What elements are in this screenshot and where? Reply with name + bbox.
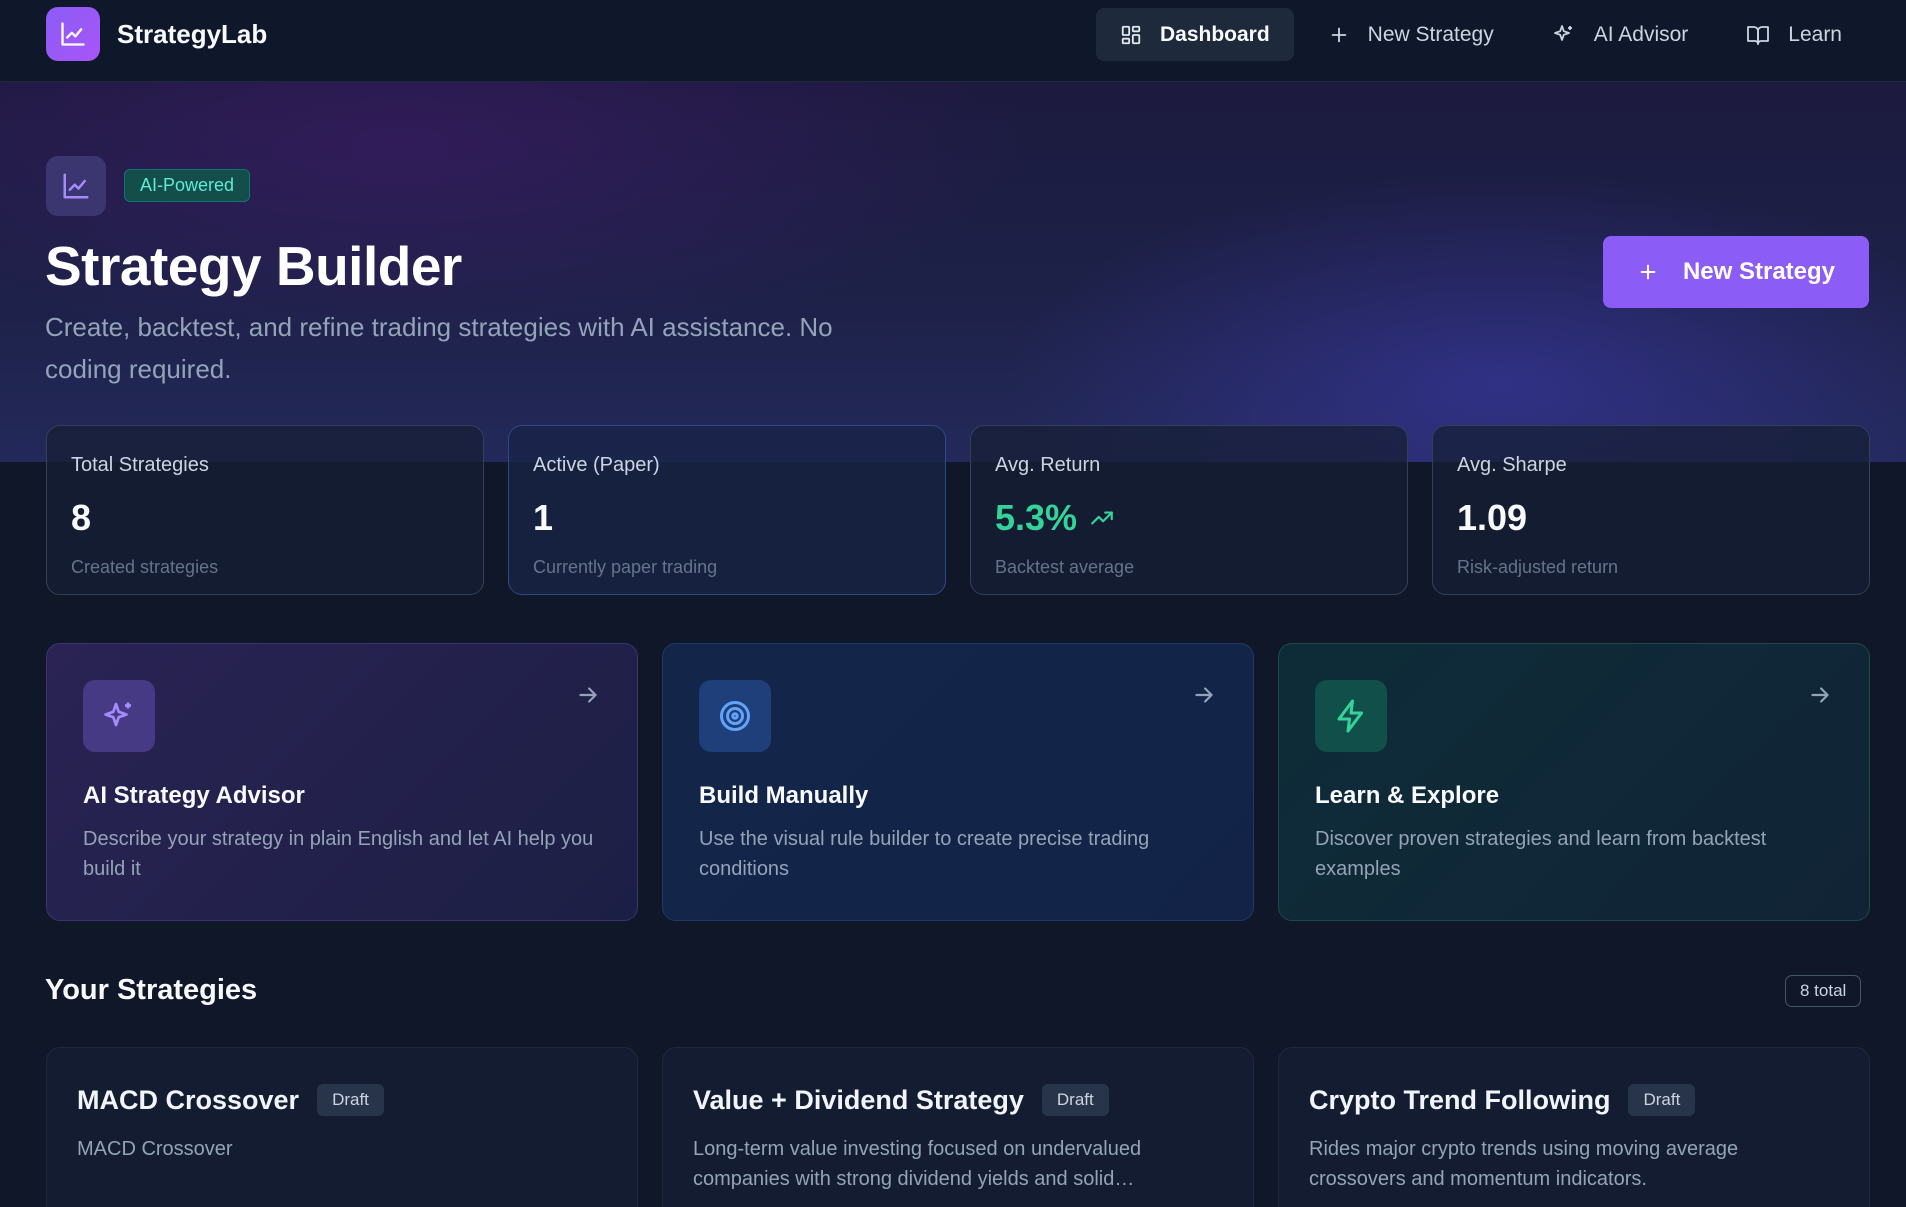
stat-caption: Risk-adjusted return — [1457, 557, 1619, 577]
strategy-description: Long-term value investing focused on und… — [693, 1138, 1142, 1190]
new-strategy-button[interactable]: New Strategy — [1603, 236, 1869, 308]
book-icon — [1747, 25, 1770, 45]
target-icon — [699, 680, 771, 752]
sparkles-icon — [83, 680, 155, 752]
stat-caption: Currently paper trading — [533, 557, 718, 577]
arrow-right-icon — [1811, 687, 1829, 703]
action-title: Learn & Explore — [1315, 782, 1500, 809]
strategy-name: MACD Crossover — [77, 1084, 300, 1115]
stat-value: 1.09 — [1457, 497, 1528, 538]
stat-active-paper: Active (Paper) 1 Currently paper trading — [508, 425, 946, 595]
stat-avg-return: Avg. Return 5.3% Backtest average — [970, 425, 1408, 595]
chart-line-icon — [46, 156, 106, 216]
chart-line-icon — [46, 7, 100, 61]
page-title: Strategy Builder — [45, 235, 462, 297]
top-nav: StrategyLab Dashboard New Strategy AI Ad… — [0, 0, 1906, 82]
brand[interactable]: StrategyLab — [46, 7, 267, 61]
action-description: Discover proven strategies and learn fro… — [1315, 828, 1767, 880]
stat-label: Total Strategies — [71, 454, 209, 476]
new-strategy-button-label: New Strategy — [1682, 258, 1836, 285]
arrow-right-icon — [1195, 687, 1213, 703]
stat-caption: Created strategies — [71, 557, 219, 577]
status-badge: Draft — [1628, 1084, 1696, 1116]
action-description: Describe your strategy in plain English … — [83, 828, 594, 880]
action-title: Build Manually — [699, 782, 869, 809]
strategy-card[interactable]: Value + Dividend Strategy Draft Long-ter… — [662, 1047, 1254, 1207]
stat-value-row: 5.3% — [995, 497, 1383, 539]
strategy-name: Crypto Trend Following — [1309, 1084, 1611, 1115]
page-subtitle: Create, backtest, and refine trading str… — [45, 312, 833, 384]
strategy-card-header: Crypto Trend Following Draft — [1309, 1084, 1839, 1116]
stat-label: Avg. Return — [995, 454, 1101, 476]
stat-value: 8 — [71, 497, 92, 538]
nav-learn-label: Learn — [1788, 22, 1842, 46]
stat-label: Avg. Sharpe — [1457, 454, 1567, 476]
strategy-description: Rides major crypto trends using moving a… — [1309, 1138, 1739, 1190]
status-badge: Draft — [1041, 1084, 1109, 1116]
ai-strategy-advisor-card[interactable]: AI Strategy Advisor Describe your strate… — [46, 643, 638, 921]
nav-dashboard[interactable]: Dashboard — [1095, 8, 1294, 61]
status-badge: Draft — [317, 1084, 384, 1116]
brand-name: StrategyLab — [117, 18, 268, 49]
strategy-card[interactable]: MACD Crossover Draft MACD Crossover — [46, 1047, 638, 1207]
plus-icon — [1640, 264, 1656, 280]
nav-new-strategy-label: New Strategy — [1367, 22, 1494, 46]
strategy-card[interactable]: Crypto Trend Following Draft Rides major… — [1278, 1047, 1870, 1207]
plus-icon — [1331, 27, 1347, 42]
nav-ai-advisor[interactable]: AI Advisor — [1528, 8, 1713, 61]
trending-up-icon — [1091, 511, 1113, 525]
learn-explore-card[interactable]: Learn & Explore Discover proven strategi… — [1278, 643, 1870, 921]
lightning-icon — [1315, 680, 1387, 752]
grid-icon — [1121, 25, 1141, 44]
strategy-description: MACD Crossover — [77, 1138, 233, 1160]
action-title: AI Strategy Advisor — [83, 782, 305, 809]
strategy-card-header: Value + Dividend Strategy Draft — [693, 1084, 1223, 1116]
nav-dashboard-label: Dashboard — [1159, 22, 1270, 46]
action-description: Use the visual rule builder to create pr… — [699, 828, 1150, 880]
your-strategies-heading: Your Strategies — [45, 974, 258, 1006]
stat-total-strategies: Total Strategies 8 Created strategies — [46, 425, 484, 595]
nav-learn[interactable]: Learn — [1722, 8, 1866, 61]
nav-links: Dashboard New Strategy AI Advisor Learn — [1086, 8, 1866, 61]
stat-value: 1 — [533, 497, 554, 538]
stat-caption: Backtest average — [995, 557, 1135, 577]
build-manually-card[interactable]: Build Manually Use the visual rule build… — [662, 643, 1254, 921]
stat-label: Active (Paper) — [533, 454, 660, 476]
ai-powered-badge: AI-Powered — [124, 169, 251, 202]
strategy-card-header: MACD Crossover Draft — [77, 1084, 607, 1116]
strategies-count-badge: 8 total — [1785, 975, 1862, 1007]
nav-new-strategy[interactable]: New Strategy — [1304, 8, 1518, 61]
arrow-right-icon — [579, 687, 597, 703]
nav-ai-advisor-label: AI Advisor — [1593, 22, 1689, 46]
sparkles-icon — [1553, 24, 1572, 41]
strategy-name: Value + Dividend Strategy — [693, 1084, 1024, 1115]
stat-value: 5.3% — [995, 497, 1078, 538]
stat-avg-sharpe: Avg. Sharpe 1.09 Risk-adjusted return — [1432, 425, 1870, 595]
